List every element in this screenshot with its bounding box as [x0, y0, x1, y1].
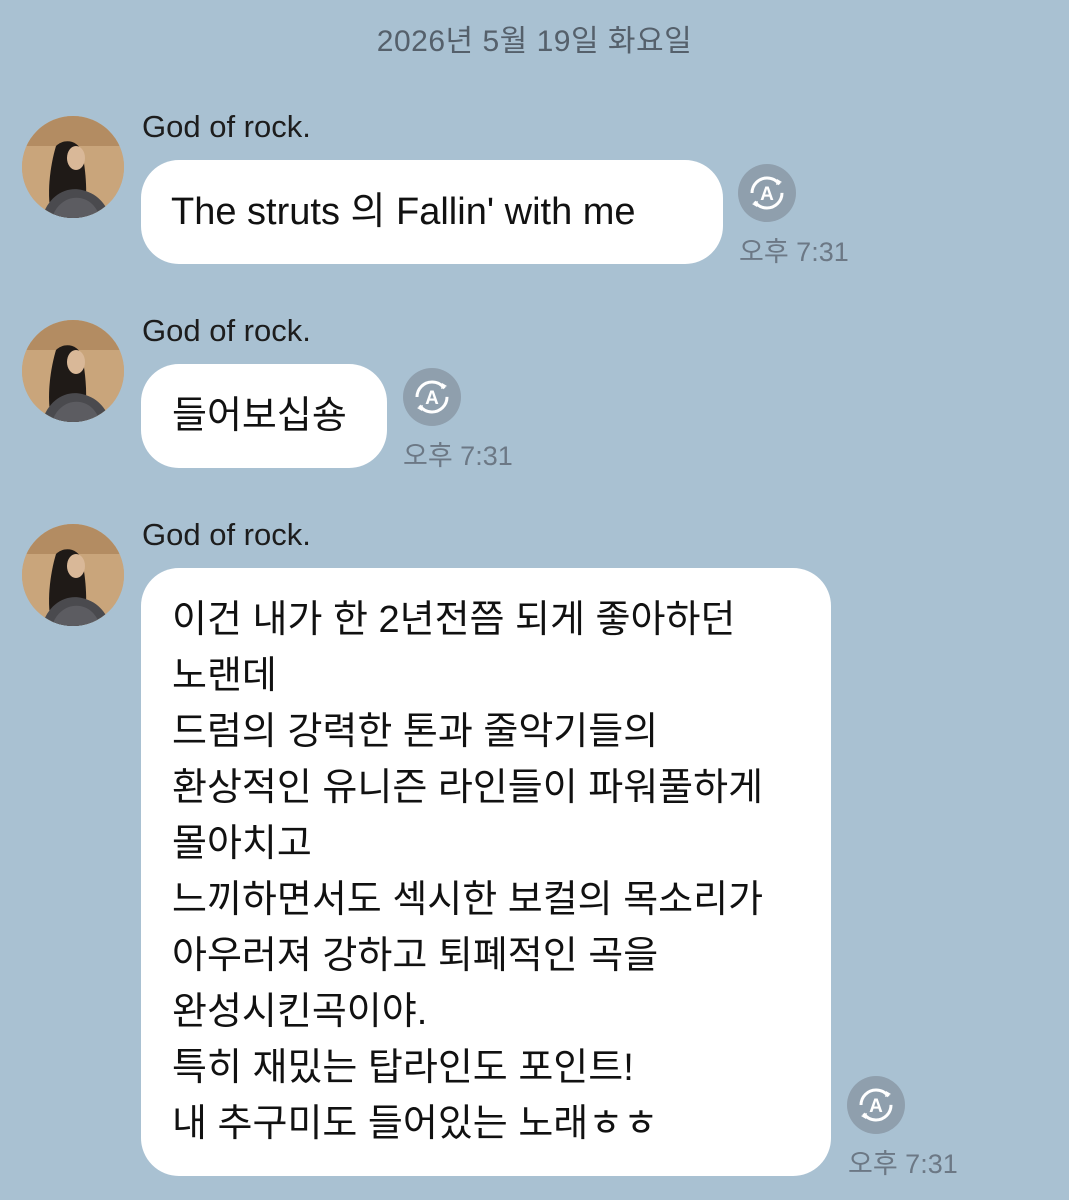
message-bubble[interactable]: The struts 의 Fallin' with me: [141, 160, 723, 264]
message-time: 오후 7:31: [739, 237, 849, 267]
translate-icon: A: [415, 380, 449, 414]
translate-button[interactable]: A: [403, 368, 461, 426]
message-bubble[interactable]: 들어보십숑: [141, 364, 387, 468]
sender-name: God of rock.: [142, 517, 311, 552]
date-divider: 2026년 5월 19일 화요일: [376, 25, 693, 58]
message-line: 내 추구미도 들어있는 노래ㅎㅎ: [172, 1103, 659, 1145]
avatar[interactable]: [22, 116, 124, 218]
svg-text:A: A: [425, 388, 439, 409]
message-line: 이건 내가 한 2년전쯤 되게 좋아하던: [172, 599, 736, 641]
avatar[interactable]: [22, 524, 124, 626]
message-line: 환상적인 유니즌 라인들이 파워풀하게: [172, 767, 764, 809]
message-line: 특히 재밌는 탑라인도 포인트!: [172, 1047, 634, 1089]
sender-name: God of rock.: [142, 313, 311, 348]
avatar[interactable]: [22, 320, 124, 422]
message-time: 오후 7:31: [403, 441, 513, 471]
message-bubble[interactable]: 이건 내가 한 2년전쯤 되게 좋아하던 노랜데 드럼의 강력한 톤과 줄악기들…: [141, 568, 831, 1176]
translate-button[interactable]: A: [847, 1076, 905, 1134]
message-line: 몰아치고: [172, 823, 312, 865]
translate-button[interactable]: A: [738, 164, 796, 222]
sender-name: God of rock.: [142, 109, 311, 144]
message-text: The struts 의 Fallin' with me: [171, 191, 636, 233]
message-line: 아우러져 강하고 퇴폐적인 곡을: [172, 935, 659, 977]
message-line: 완성시킨곡이야.: [172, 991, 428, 1033]
message-line: 노랜데: [172, 655, 277, 697]
message-text: 들어보십숑: [172, 395, 347, 437]
translate-icon: A: [750, 176, 784, 210]
svg-text:A: A: [869, 1096, 883, 1117]
message-line: 드럼의 강력한 톤과 줄악기들의: [172, 711, 659, 753]
translate-icon: A: [859, 1088, 893, 1122]
svg-text:A: A: [760, 184, 774, 205]
message-time: 오후 7:31: [848, 1149, 958, 1179]
message-line: 느끼하면서도 섹시한 보컬의 목소리가: [172, 879, 764, 921]
